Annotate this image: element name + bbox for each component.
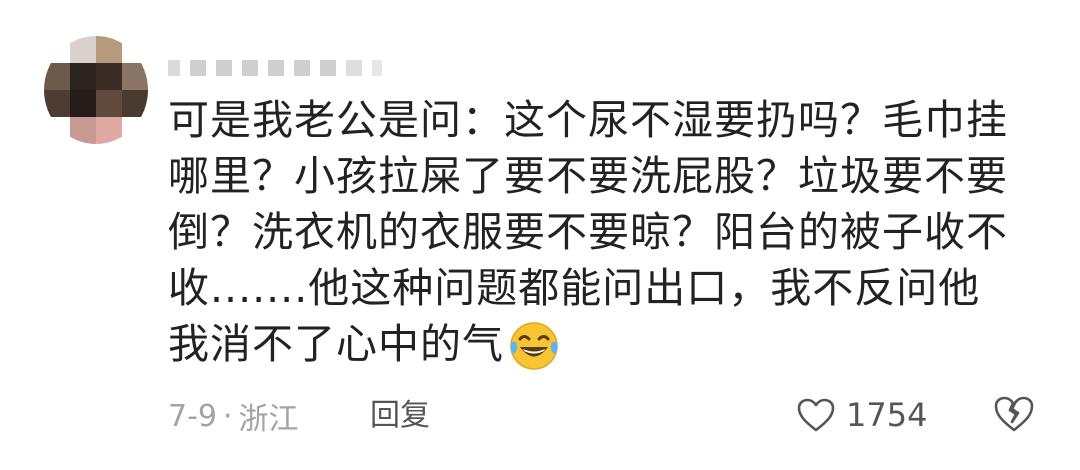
comment-body: 可是我老公是问：这个尿不湿要扔吗？毛巾挂哪里？小孩拉屎了要不要洗屁股？垃圾要不要… bbox=[168, 92, 1018, 372]
avatar[interactable] bbox=[44, 36, 148, 144]
like-count: 1754 bbox=[846, 396, 928, 434]
username-redacted-block bbox=[216, 60, 232, 76]
heart-icon bbox=[796, 397, 836, 433]
username-redacted-block bbox=[294, 60, 310, 76]
laughing-with-tears-emoji-icon bbox=[508, 320, 560, 372]
username-redacted-block bbox=[168, 60, 180, 76]
username-redacted-block bbox=[372, 60, 382, 76]
username-redacted-block bbox=[242, 60, 258, 76]
reply-button[interactable]: 回复 bbox=[370, 396, 430, 436]
username-redacted-block bbox=[268, 60, 284, 76]
comment-location: 浙江 bbox=[238, 402, 299, 437]
comment-meta: 7-9 · 浙江 bbox=[168, 396, 299, 438]
dislike-button[interactable] bbox=[992, 394, 1036, 438]
username[interactable] bbox=[168, 54, 382, 82]
username-redacted-block bbox=[190, 60, 206, 76]
like-button[interactable]: 1754 bbox=[796, 392, 927, 438]
username-redacted-block bbox=[346, 60, 362, 76]
username-redacted-block bbox=[320, 60, 336, 76]
comment-card: 可是我老公是问：这个尿不湿要扔吗？毛巾挂哪里？小孩拉屎了要不要洗屁股？垃圾要不要… bbox=[0, 0, 1080, 470]
meta-separator: · bbox=[223, 398, 233, 434]
comment-text: 可是我老公是问：这个尿不湿要扔吗？毛巾挂哪里？小孩拉屎了要不要洗屁股？垃圾要不要… bbox=[168, 96, 1008, 368]
comment-date: 7-9 bbox=[168, 398, 217, 434]
broken-heart-icon bbox=[992, 394, 1036, 434]
